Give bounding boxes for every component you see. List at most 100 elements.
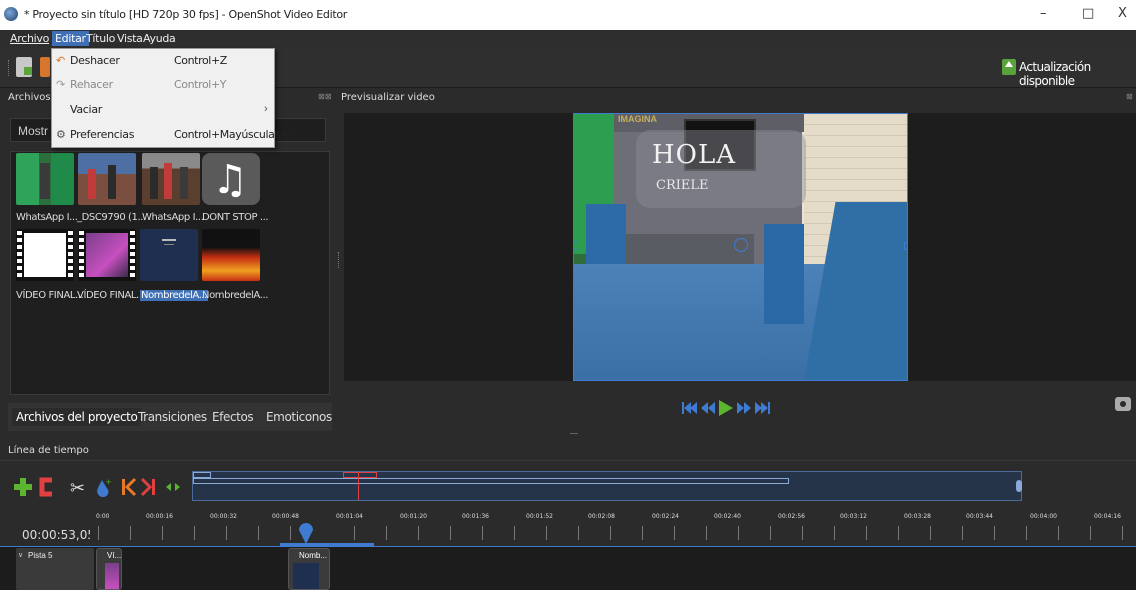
update-available-link[interactable]: Actualización disponible <box>1019 60 1136 88</box>
tab-emoticons[interactable]: Emoticonos <box>262 408 336 426</box>
ruler-label: 00:03:44 <box>966 513 993 520</box>
new-project-icon[interactable] <box>16 57 32 77</box>
add-track-icon[interactable] <box>14 478 32 496</box>
preview-header: Previsualizar video <box>341 92 435 103</box>
menu-item-shortcut: Control+Y <box>174 78 227 91</box>
ruler-tick <box>834 526 835 540</box>
timeline-clip[interactable]: Nomb... <box>288 548 330 590</box>
ruler-label: 00:01:04 <box>336 513 363 520</box>
thumb-whatsapp-1[interactable] <box>16 153 74 205</box>
overlay-title: HOLA <box>652 140 737 170</box>
ruler-tick <box>258 526 259 540</box>
open-project-icon[interactable] <box>40 57 50 77</box>
thumb-label: NombredelA... <box>140 290 209 301</box>
menu-item-undo[interactable]: ↶ Deshacer Control+Z <box>52 49 274 73</box>
menu-item-clear[interactable]: Vaciar › <box>52 98 274 122</box>
video-frame[interactable]: IMAGINA HOLA CRIELE <box>573 113 908 381</box>
timeline-label: Línea de tiempo <box>8 445 89 456</box>
thumb-dsc9790[interactable] <box>78 153 136 205</box>
transform-handle-left[interactable] <box>574 242 578 250</box>
menu-ayuda[interactable]: Ayuda <box>143 32 176 45</box>
thumb-nombredela-2[interactable] <box>202 229 260 281</box>
rewind-icon[interactable] <box>701 402 715 414</box>
ruler-label: 00:02:08 <box>588 513 615 520</box>
overlay-subtitle: CRIELE <box>656 178 709 193</box>
ruler-tick <box>1090 526 1091 540</box>
preview-dock-icon[interactable]: ⊠ <box>1126 92 1133 101</box>
center-playhead-icon[interactable] <box>166 483 180 491</box>
tab-effects[interactable]: Efectos <box>208 408 257 426</box>
transform-center-handle[interactable] <box>734 238 748 252</box>
magnet-icon[interactable] <box>39 477 52 497</box>
close-button[interactable]: X <box>1118 6 1127 21</box>
transform-handle-right[interactable] <box>904 242 907 250</box>
razor-icon[interactable]: ✂ <box>70 478 85 498</box>
ruler-label: 00:02:40 <box>714 513 741 520</box>
ruler-tick <box>482 526 483 540</box>
menu-titulo[interactable]: Título <box>86 32 115 45</box>
maximize-button[interactable]: □ <box>1082 6 1094 21</box>
tab-transitions[interactable]: Transiciones <box>134 408 211 426</box>
jump-start-icon[interactable] <box>682 402 697 414</box>
ruler-tick <box>770 526 771 540</box>
ruler-label: 00:03:12 <box>840 513 867 520</box>
thumb-whatsapp-2[interactable] <box>142 153 200 205</box>
timeline-clip[interactable]: Ví... <box>96 548 122 590</box>
ruler-tick <box>514 526 515 540</box>
update-available-icon[interactable] <box>1002 59 1016 75</box>
menu-item-redo[interactable]: ↷ Rehacer Control+Y <box>52 73 274 97</box>
menu-item-preferences[interactable]: ⚙ Preferencias Control+Mayúsculas+P <box>52 123 295 147</box>
toolbar-grip <box>8 60 11 76</box>
ruler-label: 00:01:36 <box>462 513 489 520</box>
ruler-tick <box>898 526 899 540</box>
menu-item-label: Deshacer <box>70 54 120 67</box>
playback-controls <box>682 398 772 421</box>
wall-text: IMAGINA <box>618 114 657 124</box>
thumb-video-final-2[interactable] <box>78 229 136 281</box>
splitter-handle[interactable] <box>570 433 578 434</box>
panel-dock-icons[interactable]: ⊠⊠ <box>318 92 331 101</box>
menu-vista[interactable]: Vista <box>117 32 143 45</box>
music-note-icon[interactable]: ♫ <box>202 153 260 205</box>
camera-icon[interactable] <box>1115 397 1131 411</box>
undo-icon: ↶ <box>56 55 66 67</box>
scrollbar-handle[interactable] <box>1016 480 1022 492</box>
thumb-video-final-1[interactable] <box>16 229 74 281</box>
menu-item-shortcut: Control+Z <box>174 54 227 67</box>
previous-marker-icon[interactable] <box>122 477 137 497</box>
add-marker-icon[interactable]: + <box>97 477 111 497</box>
ruler-label: 00:03:28 <box>904 513 931 520</box>
ruler-tick <box>1058 526 1059 540</box>
next-marker-icon[interactable] <box>140 477 155 497</box>
timeline-scrollbar[interactable] <box>192 471 1022 501</box>
ruler-label: 00:02:56 <box>778 513 805 520</box>
chevron-down-icon[interactable]: ∨ <box>18 551 23 559</box>
thumb-label: NombredelA... <box>202 290 269 301</box>
current-time-display: 00:00:53,05 <box>22 528 95 542</box>
ruler-tick <box>354 526 355 540</box>
minimize-button[interactable]: – <box>1040 6 1047 21</box>
ruler-tick <box>130 526 131 540</box>
splitter-handle[interactable] <box>338 252 340 268</box>
ruler-label: 0:00 <box>96 513 110 520</box>
thumb-nombredela-1[interactable] <box>140 229 198 281</box>
tab-project-files[interactable]: Archivos del proyecto <box>12 408 142 426</box>
fast-forward-icon[interactable] <box>737 402 751 414</box>
thumb-label: WhatsApp I... <box>142 212 204 223</box>
ruler-tick <box>706 526 707 540</box>
clip-thumbnail <box>105 563 119 589</box>
ruler-tick <box>194 526 195 540</box>
playhead-icon[interactable] <box>298 522 314 544</box>
filter-show-all[interactable]: Mostr <box>18 124 48 138</box>
menu-editar[interactable]: Editar <box>52 31 89 46</box>
track-name: Pista 5 <box>28 551 53 560</box>
thumb-label: _DSC9790 (1... <box>77 212 146 223</box>
ruler-label: 00:00:48 <box>272 513 299 520</box>
timeline-tracks[interactable] <box>0 546 1136 590</box>
play-icon[interactable] <box>719 400 733 416</box>
clip-label: Ví... <box>107 551 122 560</box>
menu-archivo[interactable]: Archivo <box>10 32 49 45</box>
divider <box>0 460 1136 461</box>
ruler-label: 00:01:52 <box>526 513 553 520</box>
jump-end-icon[interactable] <box>755 402 770 414</box>
